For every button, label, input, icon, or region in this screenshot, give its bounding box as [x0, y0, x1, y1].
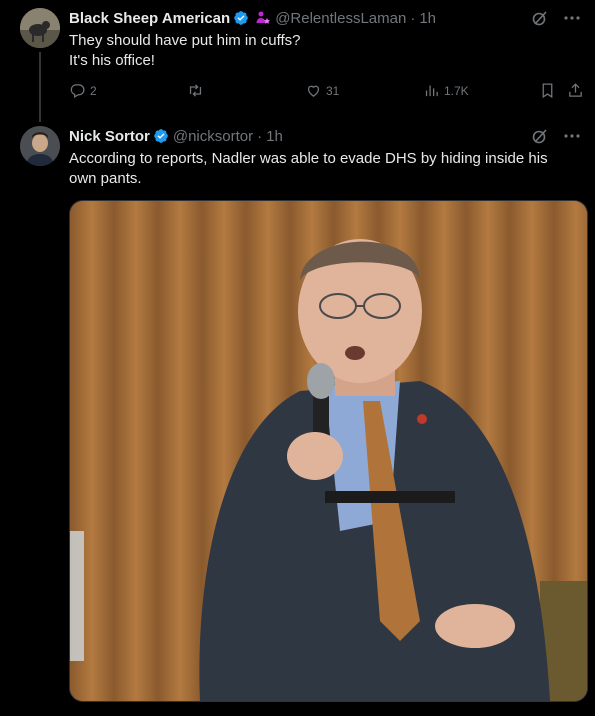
- tweet-top-right-icons: [531, 127, 581, 145]
- tweet-media-photo[interactable]: [69, 200, 588, 702]
- timestamp[interactable]: 1h: [419, 10, 436, 27]
- grok-icon[interactable]: [531, 127, 549, 145]
- reply-button[interactable]: 2: [69, 82, 97, 99]
- verified-badge-icon: [233, 10, 249, 26]
- reply-count: 2: [90, 83, 97, 98]
- tweet-nick-sortor[interactable]: Nick Sortor @nicksortor · 1h According t…: [0, 118, 595, 716]
- share-button[interactable]: [567, 82, 588, 99]
- author-handle[interactable]: @nicksortor: [173, 128, 253, 145]
- more-icon[interactable]: [563, 127, 581, 145]
- avatar[interactable]: [20, 126, 60, 166]
- separator-dot: ·: [410, 9, 416, 27]
- bookmark-icon: [542, 83, 553, 99]
- tweet-text: They should have put him in cuffs? It's …: [69, 31, 569, 71]
- tweet-text-line: They should have put him in cuffs?: [69, 32, 301, 49]
- avatar[interactable]: [20, 8, 60, 48]
- tweet-text: According to reports, Nadler was able to…: [69, 150, 548, 187]
- share-icon: [569, 83, 582, 97]
- views-button[interactable]: 1.7K: [423, 82, 469, 99]
- tweet-black-sheep-american[interactable]: Black Sheep American @RelentlessLaman · …: [0, 0, 595, 122]
- heart-icon: [307, 85, 320, 97]
- avatar-image: [20, 126, 60, 166]
- like-count: 31: [326, 83, 340, 98]
- tweet-top-right-icons: [531, 9, 581, 27]
- tweet-header: Nick Sortor @nicksortor · 1h: [69, 126, 283, 146]
- views-icon: [425, 85, 438, 97]
- views-count: 1.7K: [444, 83, 469, 98]
- author-handle[interactable]: @RelentlessLaman: [275, 10, 406, 27]
- affiliate-badge-icon: [255, 10, 271, 26]
- retweet-button[interactable]: [187, 82, 208, 99]
- thread-line: [39, 52, 41, 122]
- timestamp[interactable]: 1h: [266, 128, 283, 145]
- tweet-header: Black Sheep American @RelentlessLaman · …: [69, 8, 436, 28]
- grok-icon[interactable]: [531, 9, 549, 27]
- verified-badge-icon: [153, 128, 169, 144]
- avatar-image: [20, 8, 60, 48]
- photo-nadler-speaking: [70, 201, 587, 701]
- author-name[interactable]: Black Sheep American: [69, 10, 230, 27]
- tweet-text-line: It's his office!: [69, 52, 155, 69]
- more-icon[interactable]: [563, 9, 581, 27]
- author-name[interactable]: Nick Sortor: [69, 128, 150, 145]
- reply-icon: [70, 84, 85, 99]
- separator-dot: ·: [257, 127, 263, 145]
- bookmark-button[interactable]: [539, 82, 560, 99]
- retweet-icon: [189, 84, 202, 97]
- like-button[interactable]: 31: [305, 82, 339, 99]
- tweet-actions: 2 31 1.7K: [69, 82, 589, 104]
